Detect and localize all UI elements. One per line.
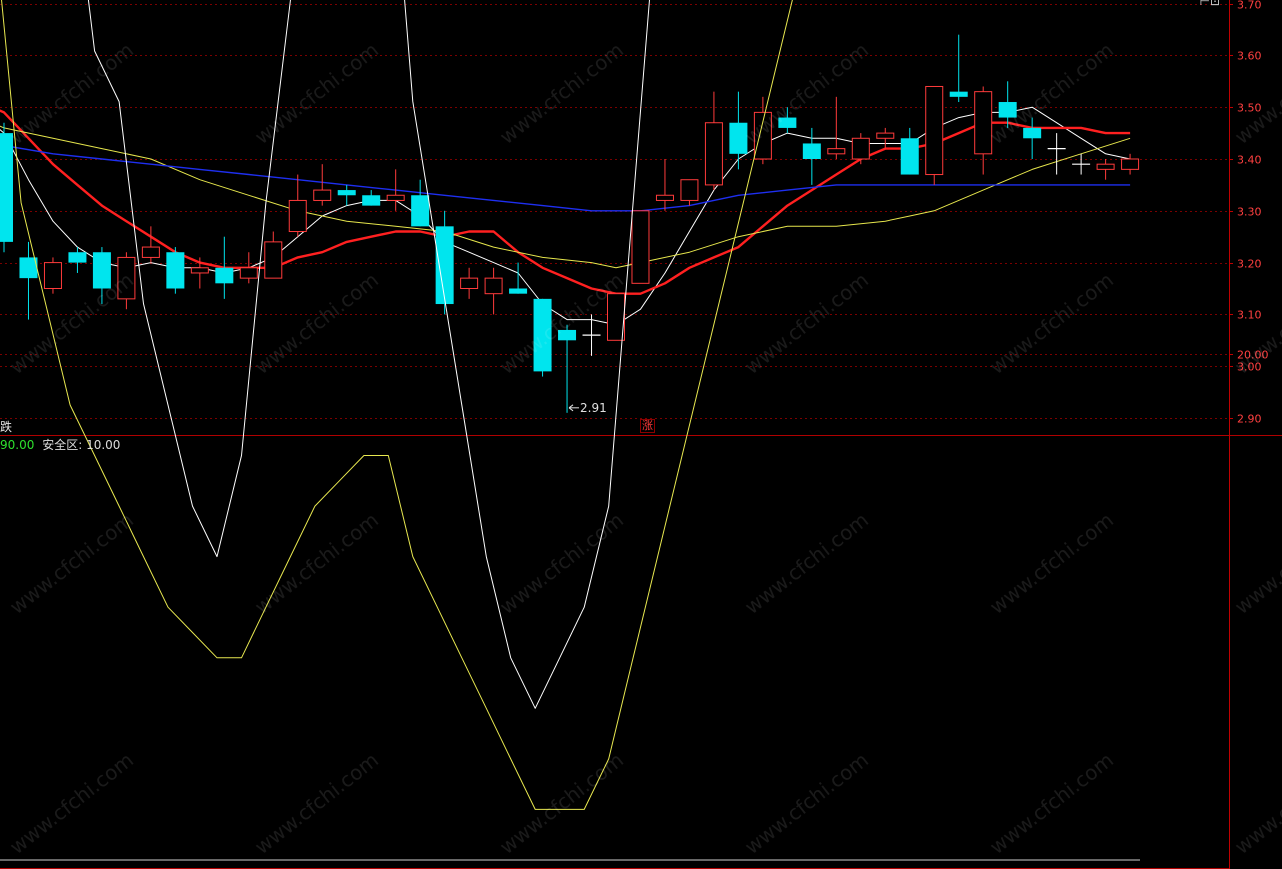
candle [680, 179, 699, 206]
candle-body [1096, 163, 1115, 170]
indicator-legend: 90.00 安全区: 10.00 [0, 436, 120, 453]
moving-average-line [0, 144, 1131, 212]
candle-body [166, 252, 185, 289]
price-tick-label: 3.20 [1237, 258, 1262, 271]
price-tick-label: 3.30 [1237, 206, 1262, 219]
candle-body [141, 246, 160, 258]
price-tick-label: 3.60 [1237, 50, 1262, 63]
candle-body [190, 267, 209, 274]
candle [1096, 159, 1115, 180]
candle [362, 190, 381, 206]
price-tick-label: 2.90 [1237, 413, 1262, 426]
candle [949, 34, 968, 103]
candle-body [411, 195, 430, 227]
chart-canvas: 3.703.603.503.403.303.203.103.002.9090.0… [0, 0, 1282, 869]
candle [337, 184, 356, 206]
rise-badge: 涨 [640, 419, 655, 433]
candle-body [460, 277, 479, 290]
candle-body [43, 262, 62, 290]
candle [460, 267, 479, 299]
candle-body [0, 133, 13, 242]
candle-body [264, 241, 283, 279]
candle [190, 257, 209, 289]
candle-body [1121, 158, 1140, 170]
corner-icon[interactable]: ⊢⊡ [1199, 0, 1220, 8]
candle-body [288, 199, 307, 233]
candle-body [900, 138, 919, 175]
candle-body [435, 226, 454, 305]
candle-body [655, 194, 674, 201]
candle-body [949, 91, 968, 97]
candle-body [851, 137, 870, 160]
upper-panel-label: 跌 [0, 420, 13, 434]
candle [484, 267, 503, 315]
candle-body [215, 267, 234, 284]
candle-body [337, 190, 356, 196]
candle-body [607, 293, 625, 341]
candle-body [827, 148, 846, 155]
candle-body [631, 210, 650, 284]
price-tick-label: 3.10 [1237, 309, 1262, 322]
candle [0, 122, 13, 253]
candle-body [974, 91, 993, 155]
candle [631, 210, 650, 284]
candle-body [704, 122, 723, 186]
candle-body [313, 189, 332, 201]
candle-body [1023, 127, 1042, 139]
legend-value-2: 10.00 [86, 438, 121, 452]
legend-value-1: 90.00 [0, 438, 35, 452]
candle [1121, 153, 1140, 175]
candle [900, 127, 919, 175]
candle [704, 91, 723, 191]
candle [166, 247, 185, 294]
candle-body [509, 288, 528, 294]
candle [876, 127, 895, 149]
candle [43, 257, 62, 294]
candle [239, 252, 258, 284]
price-tick-label: 3.70 [1237, 0, 1262, 12]
candle-body [680, 179, 699, 201]
candle-body [362, 195, 381, 206]
moving-average-line [0, 106, 1131, 326]
candle [655, 159, 674, 211]
candle [313, 164, 332, 206]
candle [1072, 153, 1091, 175]
candle [215, 236, 234, 299]
candle [264, 231, 283, 279]
candle [1047, 133, 1066, 175]
candle-body [239, 267, 258, 279]
moving-average-lines [0, 106, 1131, 326]
candle [288, 174, 307, 237]
candle-body [802, 143, 821, 159]
candle [827, 96, 846, 159]
candle-body [484, 277, 503, 295]
annotation-layer: 2.91 [568, 401, 607, 415]
candle-body [68, 252, 87, 263]
candle [607, 293, 625, 341]
price-tick-label: 3.40 [1237, 154, 1262, 167]
moving-average-line [0, 125, 1131, 269]
candle [509, 262, 528, 294]
low-price-label: 2.91 [580, 401, 607, 415]
candle [925, 85, 944, 185]
candle-body [876, 132, 895, 139]
candle-body [386, 194, 405, 201]
candle-body [925, 85, 944, 176]
candle [19, 241, 38, 320]
legend-key-safe-zone: 安全区: [42, 438, 83, 452]
